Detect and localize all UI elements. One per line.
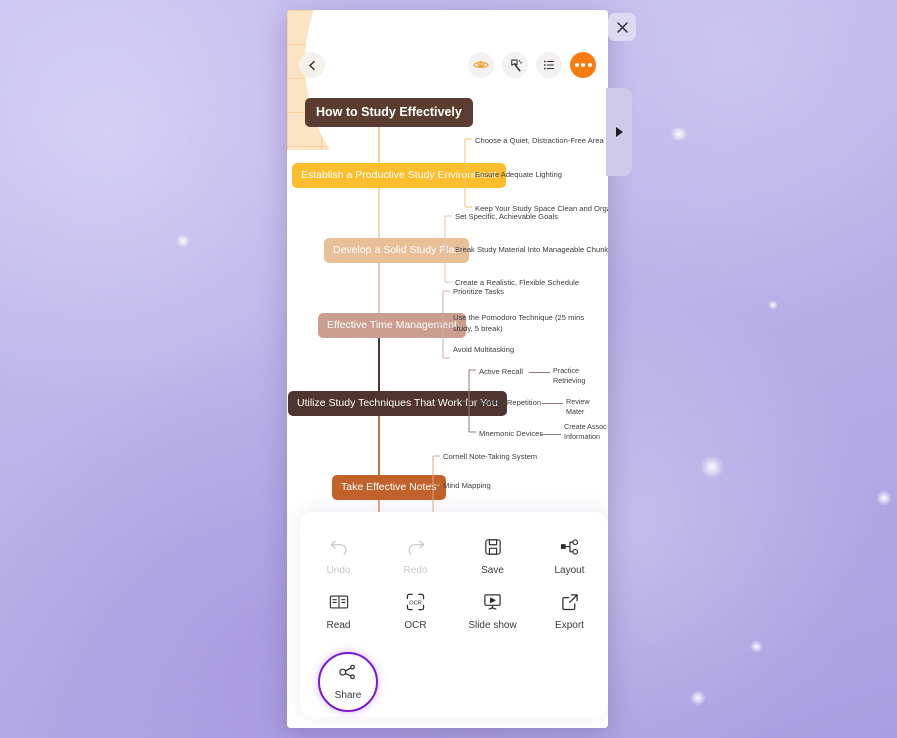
mindmap-leaf[interactable]: Set Specific, Achievable Goals — [455, 211, 558, 222]
mindmap-leaf[interactable]: Avoid Multitasking — [453, 344, 514, 355]
branch-connector-5 — [427, 455, 440, 515]
mindmap-branch-node-1[interactable]: Establish a Productive Study Environment — [292, 163, 506, 188]
side-panel-toggle[interactable] — [606, 88, 632, 176]
mindmap-leaf[interactable]: Mnemonic Devices — [479, 428, 543, 439]
svg-text:OCR: OCR — [409, 600, 422, 606]
mindmap-subleaf[interactable]: Review Mater — [566, 397, 608, 417]
branch-connector-1 — [459, 138, 472, 208]
redo-button[interactable]: Redo — [377, 526, 454, 581]
mindmap-leaf[interactable]: Use the Pomodoro Technique (25 mins stud… — [453, 312, 585, 334]
mindmap-canvas[interactable]: How to Study Effectively Establish a Pro… — [287, 10, 608, 530]
mindmap-subleaf[interactable]: Practice Retrieving — [553, 366, 608, 386]
ocr-icon: OCR — [406, 591, 425, 613]
read-icon — [329, 591, 349, 613]
undo-icon — [329, 536, 349, 558]
share-label: Share — [334, 689, 362, 701]
layout-button[interactable]: Layout — [531, 526, 608, 581]
slideshow-label: Slide show — [468, 619, 517, 631]
ocr-button[interactable]: OCR OCR — [377, 581, 454, 636]
branch-connector-4 — [463, 369, 476, 433]
read-button[interactable]: Read — [300, 581, 377, 636]
export-icon — [561, 591, 579, 613]
mindmap-leaf[interactable]: Ensure Adequate Lighting — [475, 169, 562, 180]
bokeh-light — [176, 234, 190, 248]
bottom-tool-panel: Undo Redo Save Layout Read OCR OCR Slide… — [300, 512, 608, 717]
layout-icon — [560, 536, 579, 558]
mindmap-root-node[interactable]: How to Study Effectively — [305, 98, 473, 127]
bokeh-light — [750, 640, 763, 653]
mindmap-leaf[interactable]: Break Study Material Into Manageable Chu… — [455, 244, 608, 255]
bokeh-light — [876, 490, 892, 506]
ocr-label: OCR — [404, 619, 427, 631]
slideshow-icon — [483, 591, 502, 613]
mindmap-leaf[interactable]: Choose a Quiet, Distraction-Free Area — [475, 135, 604, 146]
undo-label: Undo — [326, 565, 351, 576]
leaf-connector — [529, 372, 550, 373]
mindmap-leaf[interactable]: Spaced Repetition — [479, 397, 541, 408]
mindmap-leaf[interactable]: Mind Mapping — [443, 480, 491, 491]
share-button[interactable]: Share — [318, 652, 378, 712]
close-button[interactable] — [608, 13, 636, 41]
play-arrow-right-icon — [616, 127, 623, 137]
undo-button[interactable]: Undo — [300, 526, 377, 581]
leaf-connector — [542, 403, 563, 404]
read-label: Read — [326, 619, 351, 631]
mindmap-leaf[interactable]: Cornell Note-Taking System — [443, 451, 537, 462]
export-button[interactable]: Export — [531, 581, 608, 636]
bokeh-light — [768, 300, 778, 310]
share-icon — [339, 664, 357, 686]
bokeh-light — [690, 690, 706, 706]
mindmap-leaf[interactable]: Active Recall — [479, 366, 523, 377]
save-button[interactable]: Save — [454, 526, 531, 581]
mindmap-subleaf[interactable]: Create Assoc Information — [564, 422, 608, 442]
bokeh-light — [700, 455, 724, 479]
layout-label: Layout — [554, 565, 585, 576]
tool-row-2: Read OCR OCR Slide show Export — [300, 581, 608, 636]
bokeh-light — [668, 128, 690, 140]
mindmap-leaf[interactable]: Prioritize Tasks — [453, 286, 504, 297]
redo-label: Redo — [403, 565, 428, 576]
close-icon — [616, 21, 628, 33]
export-label: Export — [555, 619, 584, 631]
tool-row-1: Undo Redo Save Layout — [300, 526, 608, 581]
leaf-connector — [540, 434, 561, 435]
save-label: Save — [481, 565, 504, 576]
slideshow-button[interactable]: Slide show — [454, 581, 531, 636]
branch-connector-3 — [437, 290, 450, 359]
save-icon — [484, 536, 502, 558]
mindmap-app-card: How to Study Effectively Establish a Pro… — [287, 10, 608, 728]
redo-icon — [406, 536, 426, 558]
